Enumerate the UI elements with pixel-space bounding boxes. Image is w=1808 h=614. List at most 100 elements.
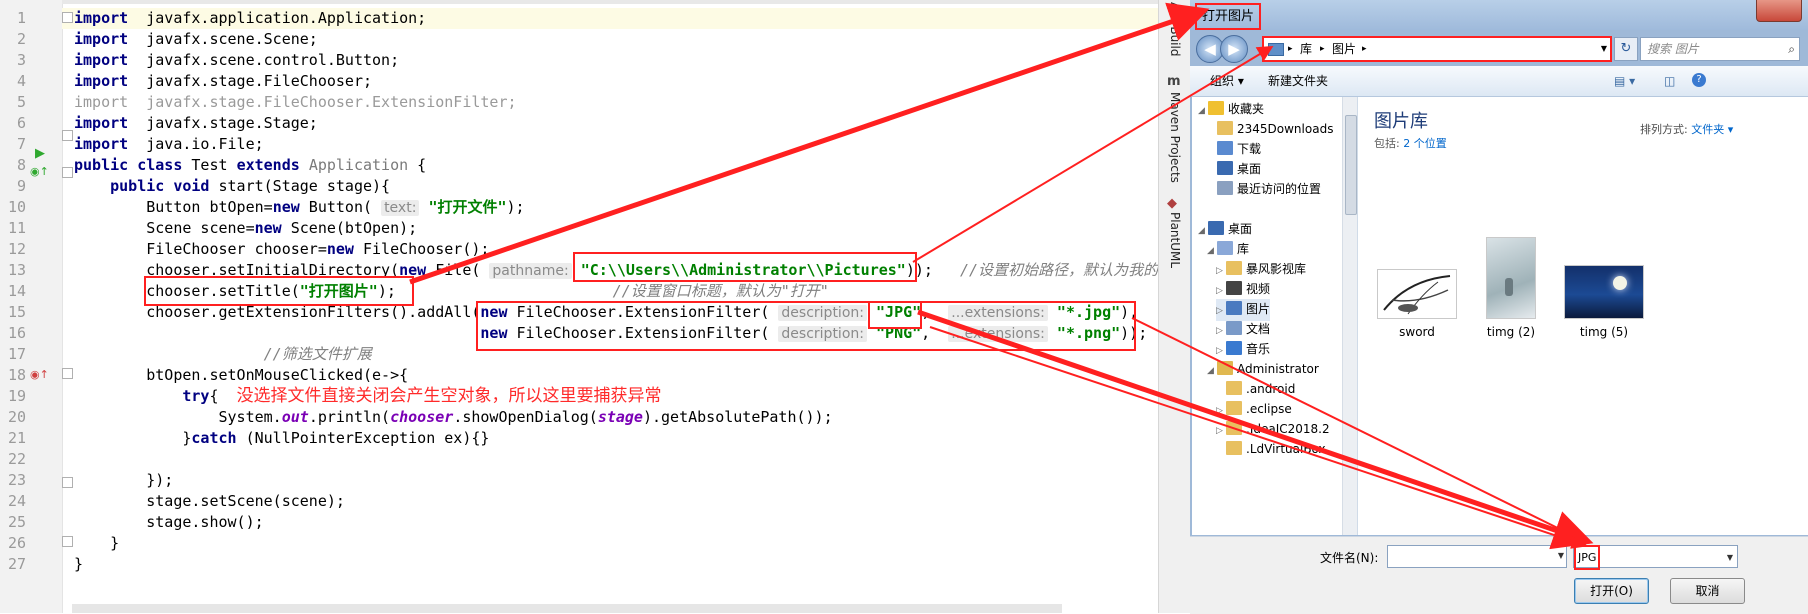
fold-marker-icon[interactable] (62, 477, 73, 488)
code-line[interactable]: import java.io.File; (74, 134, 264, 155)
expand-arrow-icon[interactable]: ▷ (1216, 301, 1226, 321)
breadcrumb-separator-icon[interactable]: ▸ (1320, 38, 1325, 60)
tree-item[interactable]: ▷ .eclipse (1216, 399, 1292, 421)
preview-pane-icon[interactable]: ◫ (1664, 66, 1675, 96)
tree-item[interactable]: 桌面 (1207, 159, 1261, 179)
expand-arrow-icon[interactable]: ▷ (1216, 261, 1226, 281)
code-line[interactable]: try{ 没选择文件直接关闭会产生空对象，所以这里要捕获异常 (74, 386, 661, 407)
code-line[interactable]: public void start(Stage stage){ (74, 176, 390, 197)
expand-arrow-icon[interactable]: ◢ (1207, 361, 1217, 381)
expand-arrow-icon[interactable]: ▷ (1216, 281, 1226, 301)
search-input[interactable]: 搜索 图片 ⌕ (1640, 37, 1800, 61)
address-bar[interactable]: ▸ 库 ▸ 图片 ▸ ▼ (1262, 36, 1612, 62)
tree-item[interactable]: ◢ 收藏夹 (1198, 99, 1264, 121)
includes-locations-link[interactable]: 2 个位置 (1403, 137, 1447, 150)
code-line[interactable]: FileChooser chooser=new FileChooser(); (74, 239, 489, 260)
view-icon[interactable]: ▤ ▾ (1614, 66, 1635, 96)
code-line[interactable]: import javafx.application.Application; (74, 8, 426, 29)
tree-item[interactable]: ▷ 暴风影视库 (1216, 259, 1306, 281)
file-view[interactable]: 图片库 包括: 2 个位置 排列方式: 文件夹 ▾ sword timg (2)… (1358, 97, 1808, 535)
expand-arrow-icon[interactable]: ◢ (1198, 101, 1208, 121)
tree-item[interactable]: .LdVirtualBox (1216, 439, 1326, 459)
tree-item[interactable]: ▷ 视频 (1216, 279, 1270, 301)
code-token: btOpen.setOnMouseClicked(e->{ (74, 366, 409, 384)
breadcrumb-library[interactable]: 库 (1300, 38, 1312, 60)
tree-item[interactable]: 2345Downloads (1207, 119, 1333, 139)
tab-ant-build[interactable]: Ant Build (1168, 2, 1182, 56)
horizontal-scrollbar[interactable] (72, 604, 1062, 613)
run-icon[interactable]: ▶ (35, 147, 45, 160)
tree-item[interactable]: ▷ 音乐 (1216, 339, 1270, 361)
fold-marker-icon[interactable] (62, 12, 73, 23)
tree-item[interactable]: ◢ Administrator (1207, 359, 1319, 381)
code-line[interactable]: import javafx.scene.Scene; (74, 29, 318, 50)
code-line[interactable]: btOpen.setOnMouseClicked(e->{ (74, 365, 408, 386)
code-line[interactable]: stage.setScene(scene); (74, 491, 345, 512)
navigation-scrollbar[interactable] (1342, 97, 1357, 535)
code-line[interactable]: //筛选文件扩展 (74, 344, 372, 365)
code-line[interactable]: }catch (NullPointerException ex){} (74, 428, 489, 449)
help-icon[interactable]: ? (1692, 73, 1706, 87)
tree-item[interactable]: 下载 (1207, 139, 1261, 159)
cancel-button[interactable]: 取消 (1670, 578, 1745, 604)
lambda-icon[interactable]: ◉↑ (30, 369, 49, 380)
open-button[interactable]: 打开(O) (1574, 578, 1649, 604)
breadcrumb-separator-icon[interactable]: ▸ (1362, 38, 1367, 60)
code-line[interactable]: Button btOpen=new Button( text: "打开文件"); (74, 197, 525, 219)
tree-item[interactable] (1198, 199, 1208, 219)
code-line[interactable]: import javafx.stage.Stage; (74, 113, 318, 134)
code-line[interactable]: import javafx.stage.FileChooser; (74, 71, 372, 92)
file-item-timg-2[interactable]: timg (2) (1480, 237, 1542, 339)
code-token: stage (597, 408, 643, 426)
dialog-titlebar[interactable]: 打开图片 (1190, 0, 1808, 30)
expand-arrow-icon[interactable]: ▷ (1216, 341, 1226, 361)
code-line[interactable]: import javafx.scene.control.Button; (74, 50, 399, 71)
expand-arrow-icon[interactable]: ▷ (1216, 401, 1226, 421)
tree-item[interactable]: ▷ 图片 (1216, 299, 1271, 321)
code-line[interactable]: } (74, 533, 119, 554)
tab-plantuml[interactable]: PlantUML (1168, 212, 1182, 268)
file-type-select[interactable]: JPG ▼ (1573, 545, 1738, 570)
override-icon[interactable]: ◉↑ (30, 166, 49, 177)
code-line[interactable]: System.out.println(chooser.showOpenDialo… (74, 407, 832, 428)
tree-item[interactable]: .android (1216, 379, 1295, 399)
expand-arrow-icon[interactable]: ▷ (1216, 421, 1226, 441)
breadcrumb-separator-icon[interactable]: ▸ (1288, 38, 1293, 60)
code-line[interactable]: } (74, 554, 83, 575)
refresh-icon[interactable]: ↻ (1614, 37, 1638, 61)
tree-item[interactable]: ◢ 库 (1207, 239, 1249, 261)
address-dropdown-icon[interactable]: ▼ (1601, 38, 1607, 60)
sort-dropdown[interactable]: 文件夹 ▾ (1691, 123, 1733, 136)
code-line[interactable]: }); (74, 470, 173, 491)
fold-marker-icon[interactable] (62, 368, 73, 379)
filename-dropdown-icon[interactable]: ▼ (1558, 551, 1564, 560)
navigation-pane[interactable]: ◢ 收藏夹 2345Downloads 下载 桌面 最近访问的位置 ◢ 桌面 ◢ 库 ▷ 暴风影视库 ▷… (1192, 97, 1358, 535)
new-folder-button[interactable]: 新建文件夹 (1268, 66, 1328, 96)
scrollbar-thumb[interactable] (1345, 115, 1357, 215)
close-button[interactable] (1756, 0, 1802, 22)
code-token: Test (182, 156, 237, 174)
fold-marker-icon[interactable] (62, 536, 73, 547)
dialog-toolbar: 组织 ▾ 新建文件夹 ▤ ▾ ◫ ? (1190, 66, 1808, 97)
code-line[interactable]: public class Test extends Application { (74, 155, 426, 176)
tree-item[interactable]: 最近访问的位置 (1207, 179, 1321, 199)
forward-button[interactable]: ▶ (1220, 35, 1248, 63)
filename-input[interactable]: ▼ (1387, 545, 1567, 568)
chevron-down-icon[interactable]: ▼ (1727, 547, 1733, 568)
file-item-sword[interactable]: sword (1376, 237, 1458, 339)
expand-arrow-icon[interactable]: ◢ (1198, 221, 1208, 241)
breadcrumb-pictures[interactable]: 图片 (1332, 38, 1356, 60)
fold-marker-icon[interactable] (62, 167, 73, 178)
expand-arrow-icon[interactable]: ◢ (1207, 241, 1217, 261)
tree-item[interactable]: ▷ 文档 (1216, 319, 1270, 341)
code-line[interactable]: stage.show(); (74, 512, 263, 533)
code-line[interactable]: import javafx.stage.FileChooser.Extensio… (74, 92, 517, 113)
file-item-timg-5[interactable]: timg (5) (1562, 237, 1646, 339)
tree-item[interactable]: ◢ 桌面 (1198, 219, 1252, 241)
tree-item[interactable]: ▷ .IdeaIC2018.2 (1216, 419, 1330, 441)
organize-menu[interactable]: 组织 ▾ (1210, 66, 1244, 96)
expand-arrow-icon[interactable]: ▷ (1216, 321, 1226, 341)
tab-maven-projects[interactable]: Maven Projects (1168, 92, 1182, 183)
code-line[interactable]: Scene scene=new Scene(btOpen); (74, 218, 417, 239)
fold-marker-icon[interactable] (62, 130, 73, 141)
